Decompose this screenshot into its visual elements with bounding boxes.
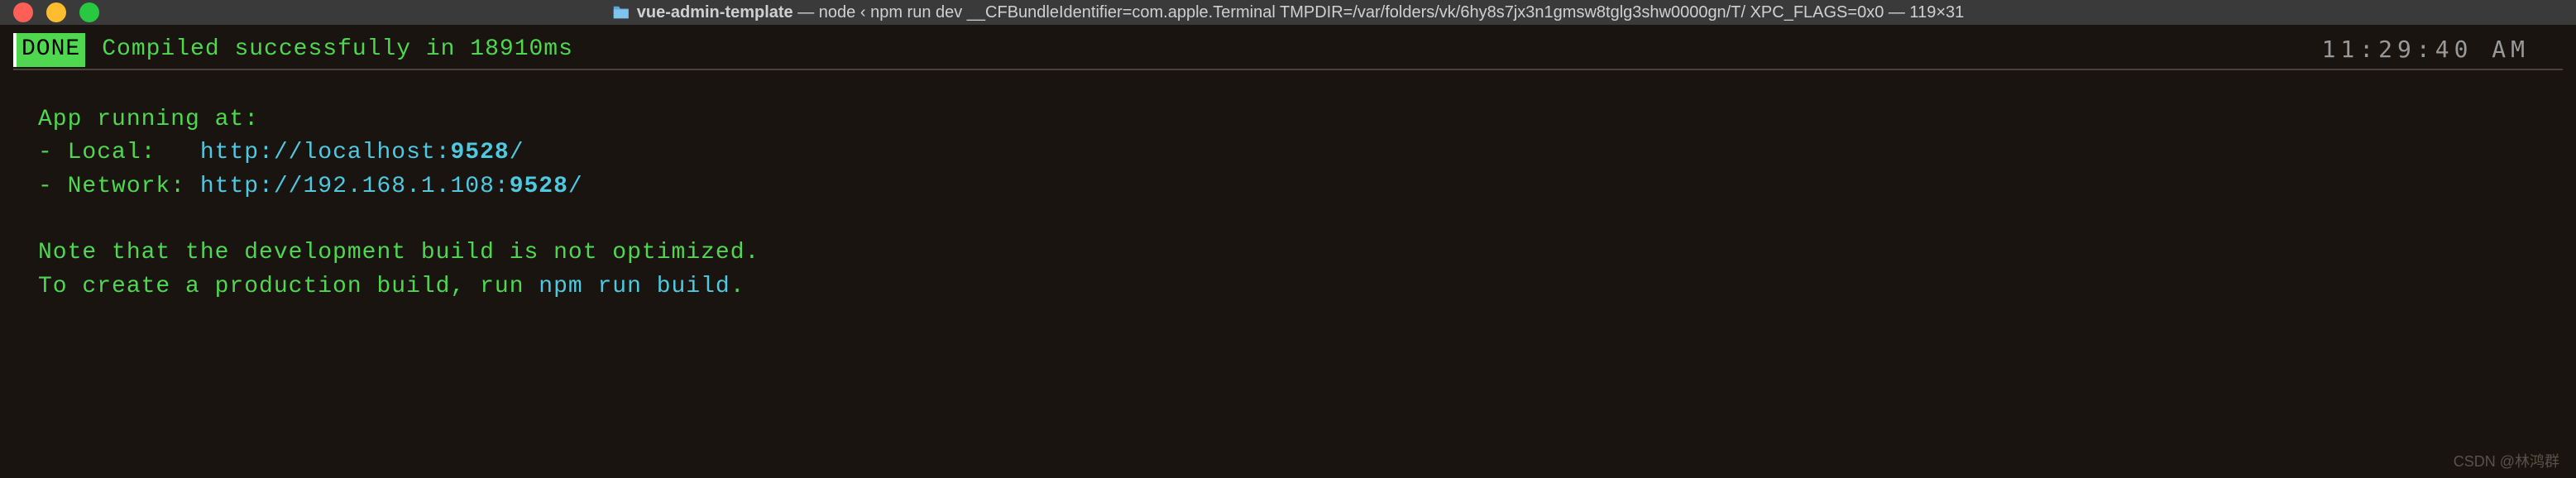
local-port: 9528 [451, 140, 510, 165]
note-prefix: To create a production build, run [38, 274, 539, 299]
maximize-button[interactable] [79, 2, 99, 22]
local-url-line: - Local: http://localhost:9528/ [38, 136, 2563, 170]
terminal-output[interactable]: DONE Compiled successfully in 18910ms 11… [0, 25, 2576, 313]
window-titlebar: vue-admin-template — node ‹ npm run dev … [0, 0, 2576, 25]
app-running-label: App running at: [38, 103, 2563, 137]
done-badge: DONE [13, 33, 85, 67]
app-running-block: App running at: - Local: http://localhos… [13, 103, 2563, 304]
title-rest: — node ‹ npm run dev __CFBundleIdentifie… [793, 3, 1965, 22]
local-url-prefix: http://localhost: [200, 140, 451, 165]
local-url-suffix: / [510, 140, 524, 165]
window-title: vue-admin-template — node ‹ npm run dev … [612, 3, 1964, 22]
blank-line [38, 203, 2563, 237]
traffic-lights [13, 2, 99, 22]
network-port: 9528 [510, 174, 568, 199]
network-label: - Network: [38, 174, 200, 199]
local-label: - Local: [38, 140, 200, 165]
note-line-2: To create a production build, run npm ru… [38, 270, 2563, 304]
note-suffix: . [730, 274, 745, 299]
folder-icon [612, 5, 630, 20]
compiled-message: Compiled successfully in 18910ms [102, 33, 573, 67]
watermark: CSDN @林鸿群 [2454, 450, 2559, 471]
network-url-line: - Network: http://192.168.1.108:9528/ [38, 170, 2563, 204]
title-folder-name: vue-admin-template [637, 3, 793, 22]
note-command: npm run build [539, 274, 730, 299]
network-url-prefix: http://192.168.1.108: [200, 174, 510, 199]
note-line-1: Note that the development build is not o… [38, 237, 2563, 270]
network-url-suffix: / [568, 174, 583, 199]
separator [13, 69, 2563, 70]
close-button[interactable] [13, 2, 33, 22]
timestamp: 11:29:40 AM [2322, 33, 2563, 67]
status-line: DONE Compiled successfully in 18910ms 11… [13, 33, 2563, 67]
minimize-button[interactable] [46, 2, 66, 22]
